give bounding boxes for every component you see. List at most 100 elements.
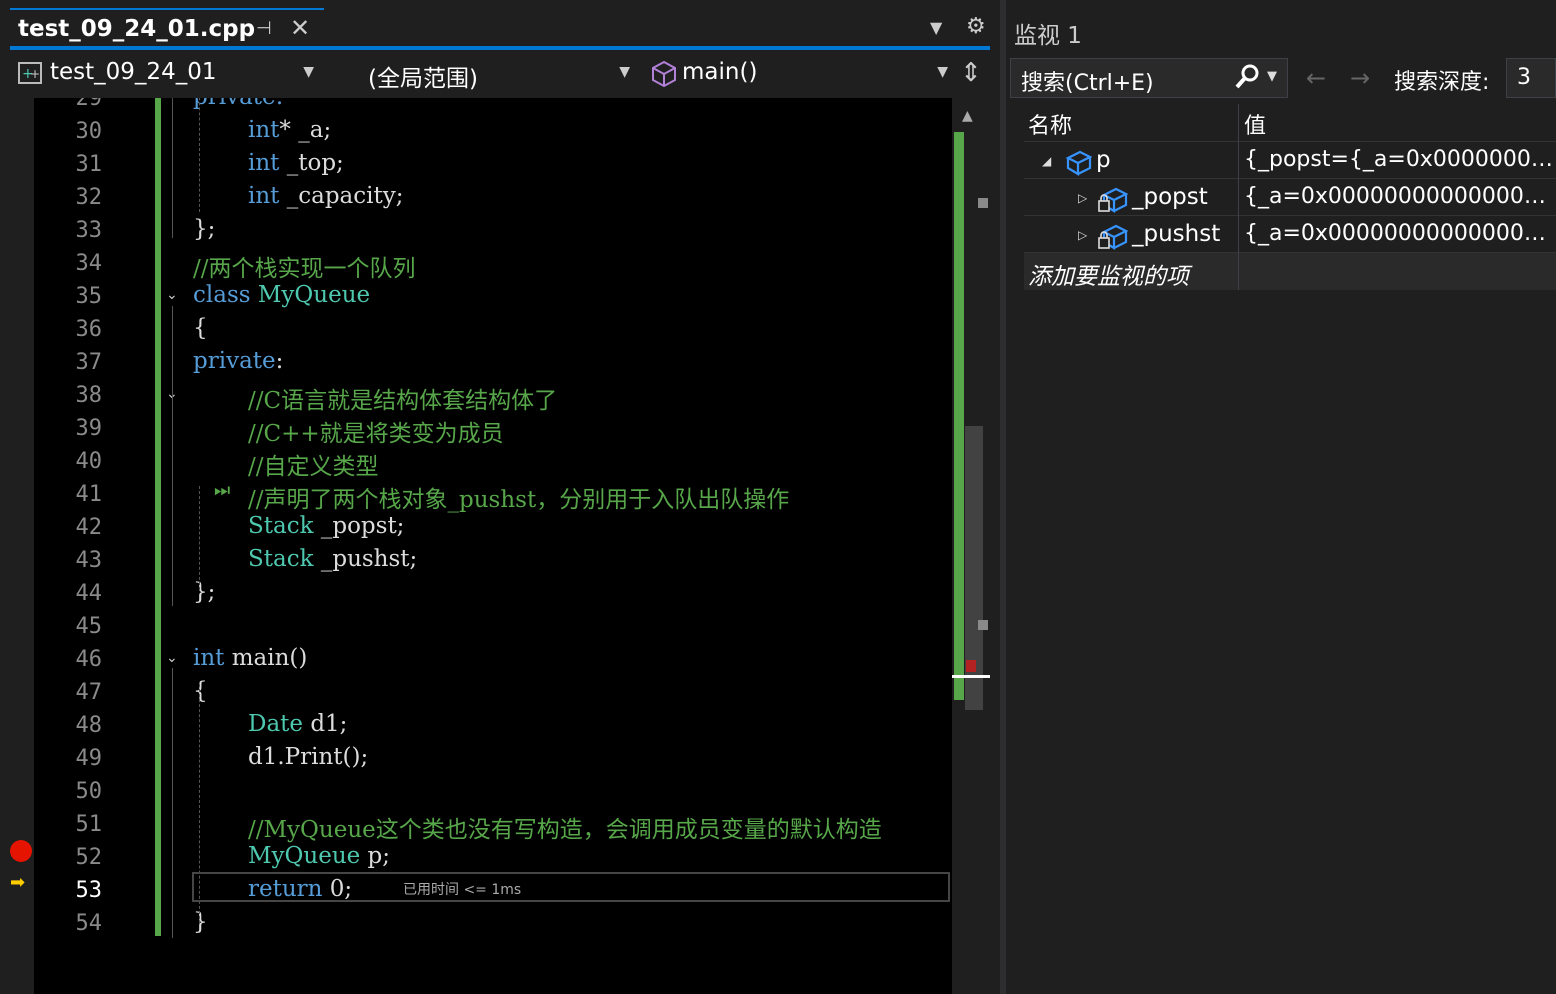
watch-row[interactable]: ◢ p {_popst={_a=0x00000000... bbox=[1024, 141, 1556, 179]
split-window-icon[interactable]: ⇕ bbox=[958, 58, 984, 90]
code-token: //C语言就是结构体套结构体了 bbox=[248, 388, 558, 414]
code-token: MyQueue bbox=[257, 282, 371, 308]
code-editor[interactable]: 29private:30int* _a;31int _top;32int _ca… bbox=[0, 98, 952, 994]
line-number: 35 bbox=[75, 284, 103, 309]
line-number: 47 bbox=[75, 680, 103, 705]
forward-arrow-icon[interactable]: → bbox=[1350, 64, 1380, 92]
code-line[interactable]: 37 private: bbox=[0, 346, 952, 379]
code-token: int bbox=[193, 645, 225, 671]
watch-value[interactable]: {_popst={_a=0x00000000... bbox=[1244, 147, 1556, 172]
code-line[interactable]: 33}; bbox=[0, 214, 952, 247]
code-token: int bbox=[248, 150, 280, 176]
editor-pane: test_09_24_01.cpp ⊣ ✕ ▼ ⚙ + + test_09_24… bbox=[0, 0, 1000, 994]
code-token: p; bbox=[360, 843, 391, 869]
code-text: //C语言就是结构体套结构体了 bbox=[248, 381, 557, 415]
line-number: 39 bbox=[75, 416, 103, 441]
column-separator[interactable] bbox=[1238, 104, 1239, 290]
run-to-cursor-icon[interactable]: ⏭ bbox=[214, 480, 240, 501]
code-text: d1.Print(); bbox=[248, 744, 368, 770]
code-line[interactable]: 49 d1.Print(); bbox=[0, 742, 952, 775]
watch-search-box[interactable]: 搜索(Ctrl+E) ▼ bbox=[1010, 58, 1288, 98]
code-line[interactable]: 31 int _top; bbox=[0, 148, 952, 181]
code-line[interactable]: 40 //自定义类型 bbox=[0, 445, 952, 480]
code-line[interactable]: 44}; bbox=[0, 577, 952, 610]
code-line[interactable]: 54} bbox=[0, 907, 952, 940]
watch-value[interactable]: {_a=0x0000000000000000... bbox=[1244, 184, 1556, 209]
code-line[interactable]: 47 { bbox=[0, 676, 952, 709]
line-number: 30 bbox=[75, 119, 103, 144]
column-header-value[interactable]: 值 bbox=[1244, 108, 1266, 144]
code-line[interactable]: 35 ⌄ class MyQueue bbox=[0, 280, 952, 313]
collapse-icon[interactable]: ◢ bbox=[1042, 154, 1051, 168]
watch-name[interactable]: _popst bbox=[1132, 184, 1208, 210]
code-line[interactable]: 48 Date d1; bbox=[0, 709, 952, 742]
code-line[interactable]: 52 MyQueue p; bbox=[0, 841, 952, 874]
code-text: }; bbox=[193, 579, 215, 605]
gear-icon[interactable]: ⚙ bbox=[966, 14, 990, 39]
code-text: }; bbox=[193, 216, 215, 242]
code-line[interactable]: 41 //声明了两个栈对象_pushst，分别用于入队出队操作 bbox=[0, 478, 952, 513]
code-line[interactable]: 51 //MyQueue这个类也没有写构造，会调用成员变量的默认构造 bbox=[0, 808, 952, 844]
search-input[interactable]: 搜索(Ctrl+E) bbox=[1021, 65, 1154, 97]
code-line[interactable]: 36 { bbox=[0, 313, 952, 346]
close-icon[interactable]: ✕ bbox=[290, 14, 314, 42]
fold-toggle-icon[interactable]: ⌄ bbox=[166, 287, 180, 303]
code-token: d1.Print(); bbox=[248, 744, 369, 770]
code-text: int _capacity; bbox=[248, 183, 404, 209]
code-line[interactable]: 29 private: bbox=[0, 98, 952, 115]
line-number: 38 bbox=[75, 383, 103, 408]
indent-guide bbox=[199, 98, 200, 212]
code-line[interactable]: 42 Stack _popst; bbox=[0, 511, 952, 544]
code-token: d1; bbox=[303, 711, 348, 737]
expand-icon[interactable]: ▷ bbox=[1078, 228, 1087, 242]
search-depth-input[interactable]: 3 bbox=[1506, 58, 1556, 98]
watch-name[interactable]: p bbox=[1096, 147, 1111, 173]
code-text: { bbox=[193, 315, 208, 341]
add-watch-placeholder[interactable]: 添加要监视的项 bbox=[1028, 257, 1189, 291]
add-watch-row[interactable]: 添加要监视的项 bbox=[1024, 252, 1556, 290]
watch-row[interactable]: ▷ _popst {_a=0x0000000000000000... bbox=[1024, 178, 1556, 216]
watch-window-title: 监视 1 bbox=[1014, 23, 1082, 49]
code-token: Date bbox=[248, 711, 304, 737]
scope-dropdown[interactable]: (全局范围) ▼ bbox=[328, 56, 636, 92]
line-number: 48 bbox=[75, 713, 103, 738]
tab-list-dropdown-icon[interactable]: ▼ bbox=[930, 18, 950, 38]
scrollbar-caret-marker bbox=[952, 675, 990, 678]
scrollbar-breakpoint-marker bbox=[966, 660, 976, 672]
code-line[interactable]: 50 bbox=[0, 775, 952, 808]
back-arrow-icon[interactable]: ← bbox=[1306, 64, 1336, 92]
code-line[interactable]: 32 int _capacity; bbox=[0, 181, 952, 214]
code-line[interactable]: 39 //C++就是将类变为成员 bbox=[0, 412, 952, 447]
watch-row[interactable]: ▷ _pushst {_a=0x0000000000000000... bbox=[1024, 215, 1556, 253]
code-line[interactable]: 46 ⌄ int main() bbox=[0, 643, 952, 676]
function-dropdown[interactable]: main() ▼ bbox=[642, 56, 954, 92]
scroll-up-icon[interactable]: ▲ bbox=[962, 108, 980, 124]
code-line[interactable]: 45 bbox=[0, 610, 952, 643]
code-line[interactable]: 34 //两个栈实现一个队列 bbox=[0, 247, 952, 283]
breakpoint-icon[interactable] bbox=[10, 840, 32, 862]
code-token: _top; bbox=[279, 150, 344, 176]
column-header-name[interactable]: 名称 bbox=[1028, 108, 1072, 144]
code-text: //两个栈实现一个队列 bbox=[193, 249, 416, 283]
code-text: private: bbox=[193, 348, 283, 374]
line-number: 54 bbox=[75, 911, 103, 936]
execution-pointer-icon[interactable]: ➡ bbox=[10, 872, 32, 893]
fold-toggle-icon[interactable]: ⌄ bbox=[166, 650, 180, 666]
watch-name[interactable]: _pushst bbox=[1132, 221, 1220, 247]
expand-icon[interactable]: ▷ bbox=[1078, 191, 1087, 205]
watch-value[interactable]: {_a=0x0000000000000000... bbox=[1244, 221, 1556, 246]
code-token: * _a; bbox=[279, 117, 332, 143]
chevron-down-icon[interactable]: ▼ bbox=[1267, 69, 1281, 84]
code-text: MyQueue p; bbox=[248, 843, 390, 869]
document-tab-bar: test_09_24_01.cpp ⊣ ✕ ▼ ⚙ bbox=[0, 0, 1000, 48]
document-tab[interactable]: test_09_24_01.cpp ⊣ ✕ bbox=[10, 8, 324, 46]
code-line[interactable]: 43 Stack _pushst; bbox=[0, 544, 952, 577]
code-line[interactable]: 38 ⌄//C语言就是结构体套结构体了 bbox=[0, 379, 952, 415]
project-dropdown[interactable]: + + test_09_24_01 ▼ bbox=[10, 56, 320, 92]
code-text: //MyQueue这个类也没有写构造，会调用成员变量的默认构造 bbox=[248, 810, 882, 844]
code-line[interactable]: 30 int* _a; bbox=[0, 115, 952, 148]
pin-icon[interactable]: ⊣ bbox=[256, 18, 278, 40]
code-token: int bbox=[248, 117, 280, 143]
outline-bracket bbox=[172, 98, 181, 238]
search-icon[interactable] bbox=[1233, 63, 1261, 91]
